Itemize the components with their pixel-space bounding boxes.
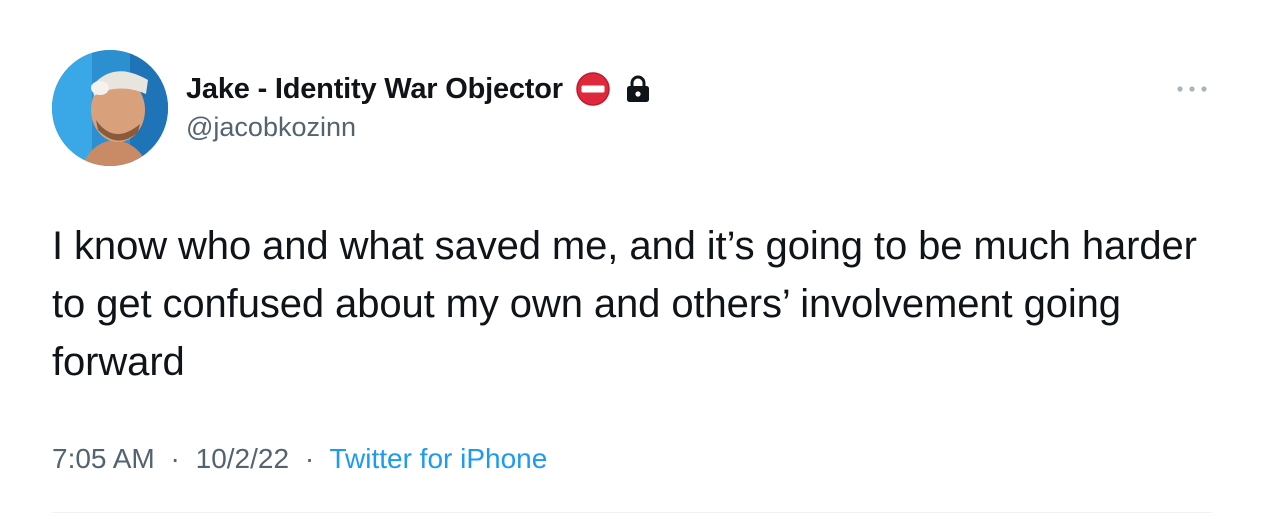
author-handle[interactable]: @jacobkozinn: [186, 112, 356, 143]
tweet-date[interactable]: 10/2/22: [196, 443, 289, 474]
avatar-image: [52, 50, 168, 166]
tweet-card: Jake - Identity War Objector @jacobkozin…: [0, 0, 1268, 532]
meta-separator: ·: [304, 443, 315, 474]
meta-separator: ·: [170, 443, 180, 474]
author-name-row: Jake - Identity War Objector: [186, 70, 653, 108]
no-entry-icon: [575, 71, 611, 107]
ellipsis-icon: [1177, 86, 1207, 92]
tweet-source-link[interactable]: Twitter for iPhone: [329, 443, 547, 474]
tweet-meta: 7:05 AM · 10/2/22 · Twitter for iPhone: [52, 443, 547, 475]
tweet-time[interactable]: 7:05 AM: [52, 443, 155, 474]
more-options-button[interactable]: [1172, 76, 1212, 102]
divider: [52, 512, 1212, 513]
lock-icon: [623, 73, 653, 105]
display-name[interactable]: Jake - Identity War Objector: [186, 73, 563, 106]
tweet-text: I know who and what saved me, and it’s g…: [52, 224, 1197, 384]
avatar[interactable]: [52, 50, 168, 166]
